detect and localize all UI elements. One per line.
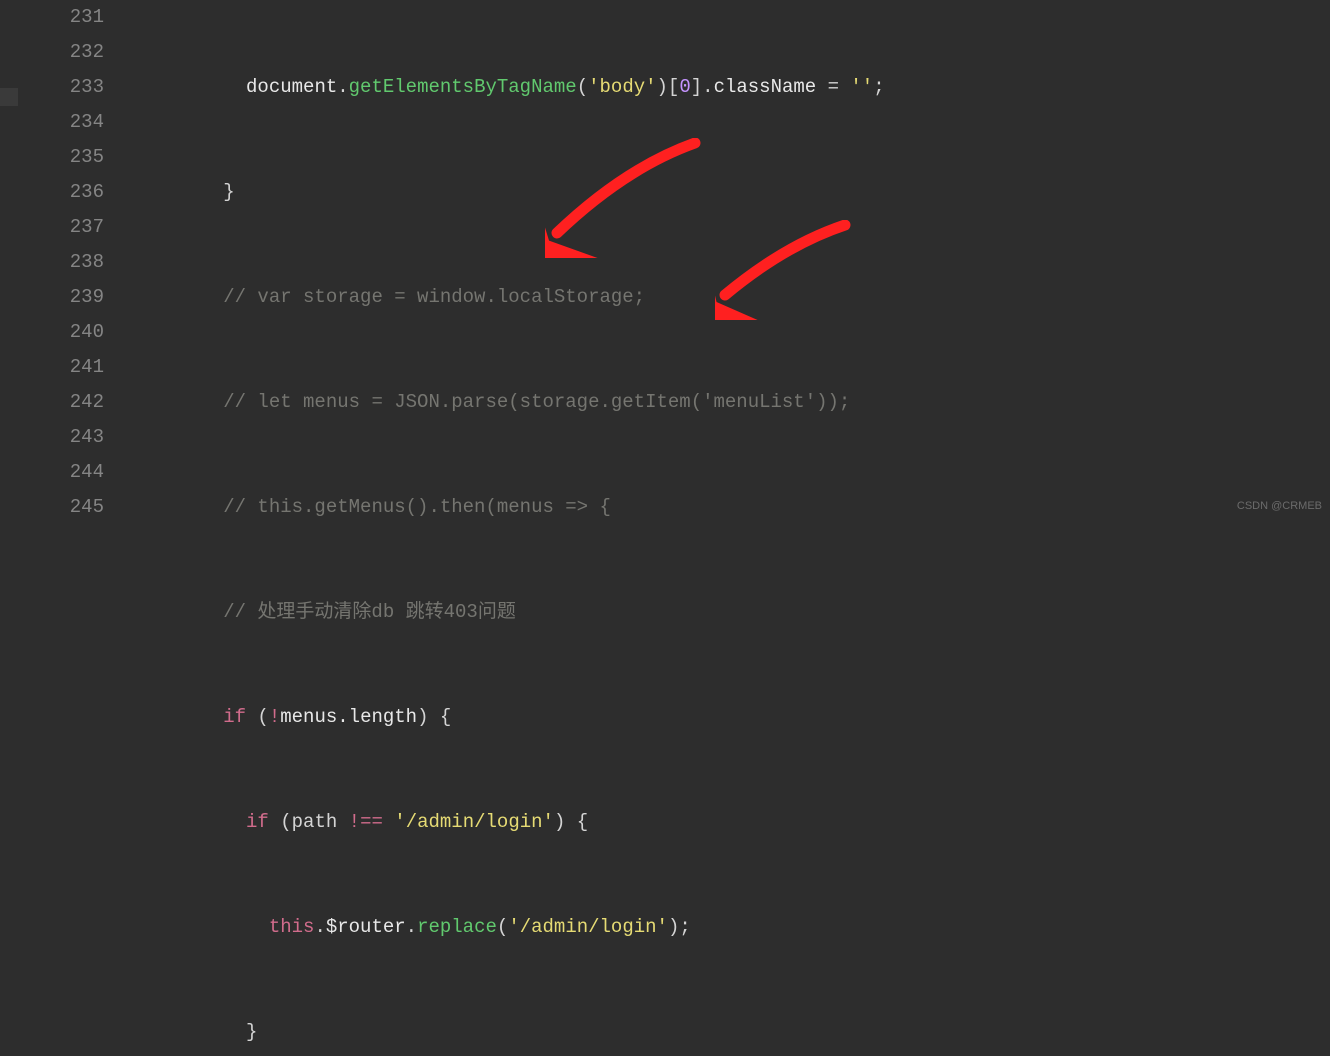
token-number: 0 [679,76,690,98]
token-this: this [269,916,315,938]
code-line-237: if (!menus.length) { [132,700,1330,735]
line-number: 236 [14,175,104,210]
line-number-gutter: 2312322332342352362372382392402412422432… [14,0,132,528]
line-number: 240 [14,315,104,350]
line-number: 237 [14,210,104,245]
token-operator: ! [269,706,280,728]
line-number: 234 [14,105,104,140]
code-line-240: } [132,1015,1330,1050]
line-number: 231 [14,0,104,35]
token-string: '' [850,76,873,98]
code-editor[interactable]: 2312322332342352362372382392402412422432… [0,0,1330,528]
line-number: 245 [14,490,104,525]
token-comment: // let menus = JSON.parse(storage.getIte… [223,391,850,413]
line-number: 241 [14,350,104,385]
line-number: 232 [14,35,104,70]
watermark-text: CSDN @CRMEB [1237,489,1322,524]
line-number: 239 [14,280,104,315]
breakpoint-marker [0,88,18,106]
token-keyword: if [223,706,246,728]
code-line-238: if (path !== '/admin/login') { [132,805,1330,840]
token-keyword: if [246,811,269,833]
code-line-236: // 处理手动清除db 跳转403问题 [132,595,1330,630]
line-number: 243 [14,420,104,455]
token-comment: // this.getMenus().then(menus => { [223,496,611,518]
token-string: '/admin/login' [394,811,554,833]
token-operator: !== [349,811,383,833]
token-comment: // 处理手动清除db 跳转403问题 [223,601,516,623]
token-object: document [246,76,337,98]
line-number: 242 [14,385,104,420]
code-line-235: // this.getMenus().then(menus => { [132,490,1330,525]
token-prop: className [714,76,817,98]
code-line-239: this.$router.replace('/admin/login'); [132,910,1330,945]
left-margin [0,0,14,528]
code-line-233: // var storage = window.localStorage; [132,280,1330,315]
code-line-232: } [132,175,1330,210]
line-number: 244 [14,455,104,490]
code-line-234: // let menus = JSON.parse(storage.getIte… [132,385,1330,420]
code-content[interactable]: document.getElementsByTagName('body')[0]… [132,0,1330,528]
token-comment: // var storage = window.localStorage; [223,286,645,308]
code-line-231: document.getElementsByTagName('body')[0]… [132,70,1330,105]
line-number: 233 [14,70,104,105]
token-string: 'body' [588,76,656,98]
token-string: '/admin/login' [508,916,668,938]
token-method: getElementsByTagName [349,76,577,98]
line-number: 238 [14,245,104,280]
token-method: replace [417,916,497,938]
line-number: 235 [14,140,104,175]
